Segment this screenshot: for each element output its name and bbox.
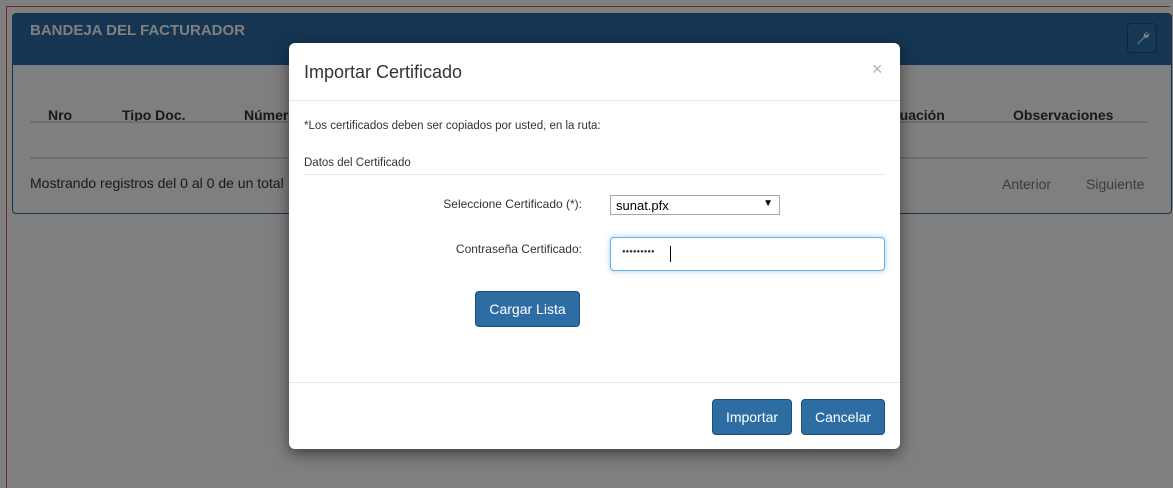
certificate-label: Seleccione Certificado (*): — [443, 197, 582, 211]
header-divider — [289, 100, 900, 101]
password-label: Contraseña Certificado: — [455, 242, 582, 256]
path-note: *Los certificados deben ser copiados por… — [304, 120, 601, 132]
section-legend: Datos del Certificado — [304, 157, 411, 169]
certificate-selected-value: sunat.pfx — [616, 198, 669, 213]
password-mask: ●●●●●●●●● — [622, 249, 655, 255]
password-field[interactable]: ●●●●●●●●● — [610, 237, 885, 271]
legend-divider — [304, 174, 885, 175]
import-button[interactable]: Importar — [712, 399, 792, 435]
dialog-title: Importar Certificado — [304, 62, 463, 82]
certificate-select[interactable]: sunat.pfx ▼ — [610, 195, 780, 215]
load-list-button[interactable]: Cargar Lista — [475, 291, 580, 327]
cancel-button[interactable]: Cancelar — [801, 399, 885, 435]
footer-divider — [289, 382, 900, 383]
text-caret — [670, 246, 671, 262]
dropdown-arrow-icon: ▼ — [763, 198, 773, 209]
close-icon[interactable]: × — [872, 59, 883, 80]
import-certificate-dialog: Importar Certificado × *Los certificados… — [289, 43, 900, 449]
